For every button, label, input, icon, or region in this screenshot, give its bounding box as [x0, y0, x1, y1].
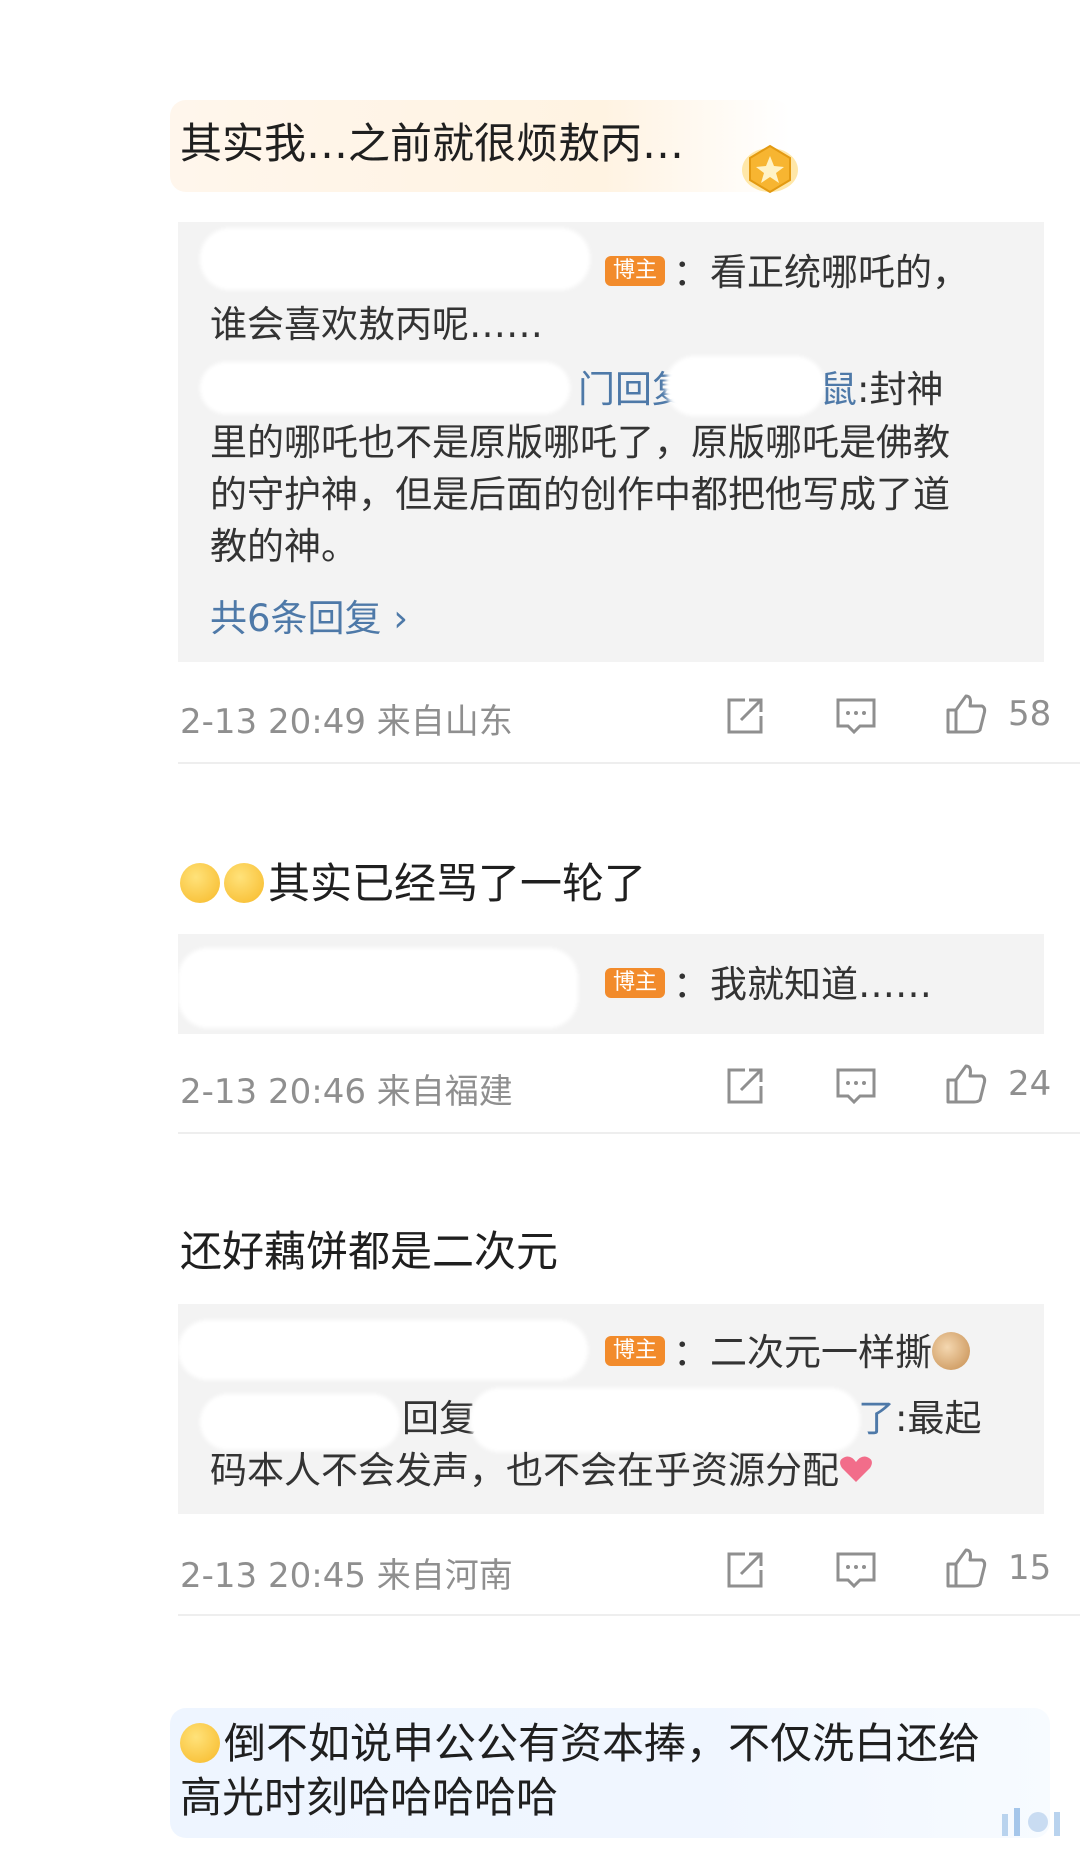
redacted-username — [200, 1394, 400, 1450]
reply-line: 博主 ：我就知道…… — [605, 960, 932, 1010]
divider — [178, 1132, 1080, 1134]
reply-line: 码本人不会发声，也不会在乎资源分配 — [210, 1446, 873, 1496]
location: 来自河南 — [376, 1556, 513, 1596]
timestamp: 2-13 20:45 — [180, 1556, 366, 1596]
reply-line: 教的神。 — [210, 525, 358, 568]
redacted-username — [470, 1388, 860, 1452]
redacted-username — [178, 948, 578, 1028]
reply-line: 博主 ：二次元一样撕 — [605, 1328, 971, 1378]
smile-emoji — [224, 862, 264, 903]
comment-text: 其实我…之前就很烦敖丙… — [180, 119, 685, 168]
author-tag: 博主 — [605, 1335, 666, 1366]
comment-icon[interactable] — [834, 694, 878, 738]
laugh-emoji — [180, 1722, 220, 1763]
comment-text: 其实已经骂了一轮了 — [180, 858, 646, 910]
comment-icon[interactable] — [834, 1548, 878, 1592]
comment-text: 高光时刻哈哈哈哈哈 — [180, 1773, 559, 1822]
like-count: 58 — [1008, 694, 1052, 734]
thumbs-up-icon[interactable] — [942, 690, 990, 738]
share-icon[interactable] — [723, 1064, 767, 1108]
thumbs-up-icon[interactable] — [942, 1544, 990, 1592]
thumbs-up-icon[interactable] — [942, 1060, 990, 1108]
watermark-icon — [1002, 1808, 1060, 1836]
author-tag: 博主 — [605, 255, 666, 286]
location: 来自山东 — [376, 702, 513, 742]
share-icon[interactable] — [723, 694, 767, 738]
divider — [178, 1614, 1080, 1616]
comment-meta: 2-13 20:45 来自河南 — [180, 1548, 513, 1597]
share-icon[interactable] — [723, 1548, 767, 1592]
timestamp: 2-13 20:49 — [180, 702, 366, 742]
reply-line: 里的哪吒也不是原版哪吒了，原版哪吒是佛教 — [210, 421, 950, 464]
heart-emoji — [840, 1456, 872, 1482]
reply-line: 回复 — [402, 1397, 476, 1440]
comment-icon[interactable] — [834, 1064, 878, 1108]
reply-line: 的守护神，但是后面的创作中都把他写成了道 — [210, 473, 950, 516]
cat-emoji — [932, 1331, 971, 1370]
like-count: 24 — [1008, 1064, 1052, 1104]
comment-text: 倒不如说申公公有资本捧，不仅洗白还给 — [180, 1718, 980, 1770]
reply-target: 鼠:封神 — [820, 368, 944, 411]
reply-line: 了:最起 — [858, 1397, 982, 1440]
timestamp: 2-13 20:46 — [180, 1072, 366, 1112]
more-replies-link[interactable]: 共6条回复 › — [210, 588, 408, 642]
location: 来自福建 — [376, 1072, 513, 1112]
redacted-username — [200, 362, 570, 414]
reply-line: 博主 ：看正统哪吒的， — [605, 248, 969, 298]
comment-text: 还好藕饼都是二次元 — [180, 1227, 559, 1276]
redacted-username — [665, 356, 825, 416]
comment-meta: 2-13 20:49 来自山东 — [180, 694, 513, 743]
redacted-username — [200, 228, 590, 290]
smile-emoji — [180, 862, 220, 903]
divider — [178, 762, 1080, 764]
like-count: 15 — [1008, 1548, 1052, 1588]
vip-badge-icon — [742, 144, 798, 194]
reply-line: 谁会喜欢敖丙呢…… — [210, 303, 543, 346]
author-tag: 博主 — [605, 967, 666, 998]
comment-meta: 2-13 20:46 来自福建 — [180, 1064, 513, 1113]
redacted-username — [178, 1320, 588, 1380]
